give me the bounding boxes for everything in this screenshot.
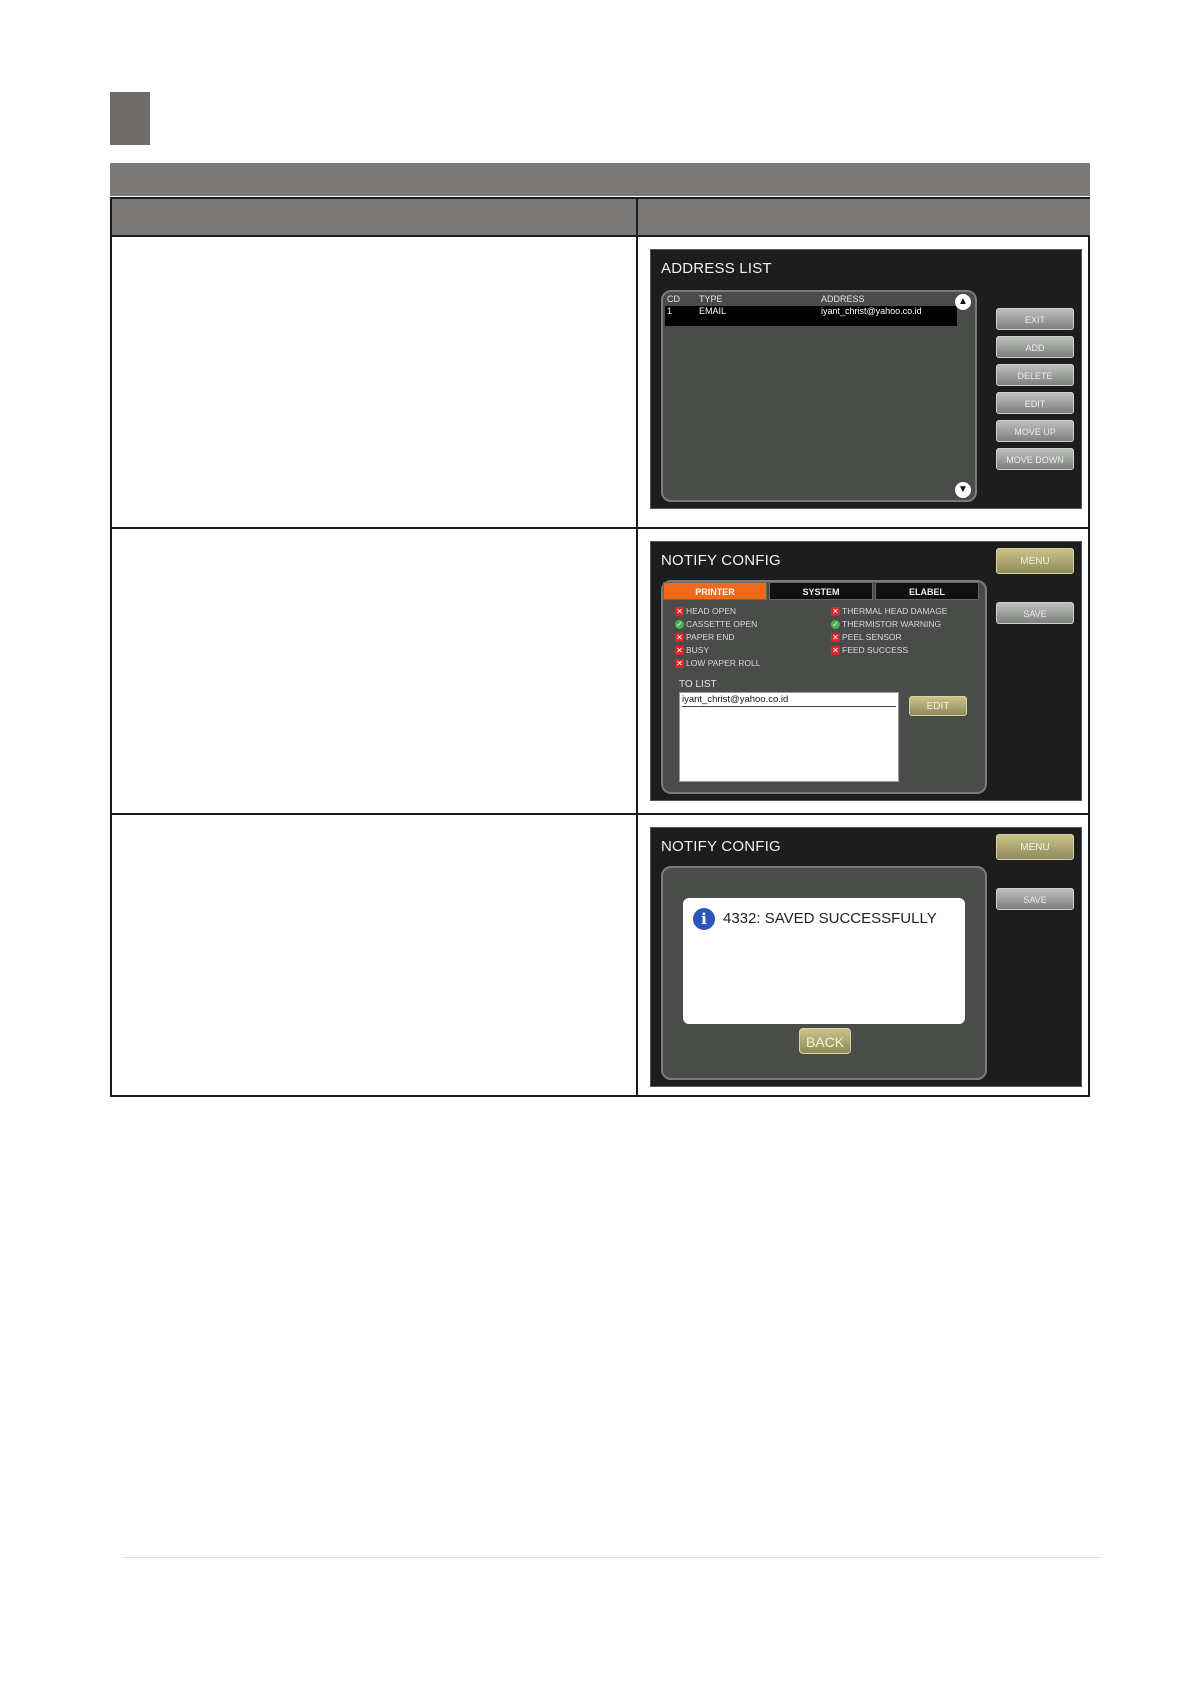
address-list-screen: ADDRESS LIST CD TYPE ADDRESS 1 EMAIL iya… [650, 249, 1082, 509]
edit-list-button[interactable]: EDIT [909, 696, 967, 716]
delete-button[interactable]: DELETE [996, 364, 1074, 386]
x-icon: ✕ [831, 633, 840, 643]
screen-title: ADDRESS LIST [661, 260, 772, 277]
section-number-box [110, 92, 150, 145]
scroll-down-icon[interactable]: ▼ [955, 482, 971, 498]
tab-system[interactable]: SYSTEM [769, 582, 873, 600]
table-title-bar [110, 163, 1090, 196]
list-item[interactable]: iyant_christ@yahoo.co.id [682, 693, 896, 707]
col-type: TYPE [699, 294, 723, 304]
notify-config-screen: NOTIFY CONFIG MENU SAVE PRINTER SYSTEM E… [650, 541, 1082, 801]
check-icon: ✓ [831, 620, 840, 630]
dialog-message: 4332: SAVED SUCCESSFULLY [723, 910, 937, 927]
screen-title: NOTIFY CONFIG [661, 552, 781, 569]
exit-button[interactable]: EXIT [996, 308, 1074, 330]
menu-button[interactable]: MENU [996, 834, 1074, 860]
save-button[interactable]: SAVE [996, 602, 1074, 624]
menu-button[interactable]: MENU [996, 548, 1074, 574]
row-divider-1 [112, 527, 1088, 529]
row-cd: 1 [667, 306, 673, 316]
column-header-screen [638, 199, 1090, 237]
option-thermistor-warning[interactable]: ✓ THERMISTOR WARNING [831, 619, 941, 630]
info-icon: i [693, 908, 715, 930]
table-row[interactable]: 1 EMAIL iyant_christ@yahoo.co.id [665, 306, 957, 326]
check-icon: ✓ [675, 620, 684, 630]
procedure-table: ADDRESS LIST CD TYPE ADDRESS 1 EMAIL iya… [110, 197, 1090, 1097]
back-button[interactable]: BACK [799, 1028, 851, 1054]
footer-divider [122, 1557, 1102, 1558]
option-thermal-head-damage[interactable]: ✕ THERMAL HEAD DAMAGE [831, 606, 947, 617]
address-list-panel: CD TYPE ADDRESS 1 EMAIL iyant_christ@yah… [661, 290, 977, 502]
row-type: EMAIL [699, 306, 727, 316]
save-button[interactable]: SAVE [996, 888, 1074, 910]
option-head-open[interactable]: ✕ HEAD OPEN [675, 606, 736, 617]
x-icon: ✕ [831, 646, 840, 656]
option-busy[interactable]: ✕ BUSY [675, 645, 709, 656]
row-divider-2 [112, 813, 1088, 815]
add-button[interactable]: ADD [996, 336, 1074, 358]
move-up-button[interactable]: MOVE UP [996, 420, 1074, 442]
option-peel-sensor[interactable]: ✕ PEEL SENSOR [831, 632, 902, 643]
screen-title: NOTIFY CONFIG [661, 838, 781, 855]
x-icon: ✕ [675, 659, 684, 669]
to-list-label: TO LIST [679, 679, 717, 690]
column-header-description [112, 199, 638, 237]
to-list-box[interactable]: iyant_christ@yahoo.co.id [679, 692, 899, 782]
x-icon: ✕ [675, 646, 684, 656]
list-header: CD TYPE ADDRESS [665, 294, 957, 306]
saved-screen: NOTIFY CONFIG MENU SAVE i 4332: SAVED SU… [650, 827, 1082, 1087]
col-cd: CD [667, 294, 680, 304]
x-icon: ✕ [675, 633, 684, 643]
column-divider [636, 199, 638, 1095]
tab-elabel[interactable]: ELABEL [875, 582, 979, 600]
x-icon: ✕ [831, 607, 840, 617]
edit-button[interactable]: EDIT [996, 392, 1074, 414]
x-icon: ✕ [675, 607, 684, 617]
option-cassette-open[interactable]: ✓ CASSETTE OPEN [675, 619, 757, 630]
col-address: ADDRESS [821, 294, 865, 304]
tab-printer[interactable]: PRINTER [663, 582, 767, 600]
category-tabs: PRINTER SYSTEM ELABEL [661, 582, 981, 600]
option-feed-success[interactable]: ✕ FEED SUCCESS [831, 645, 908, 656]
message-dialog: i 4332: SAVED SUCCESSFULLY [683, 898, 965, 1024]
scroll-up-icon[interactable]: ▲ [955, 294, 971, 310]
option-low-paper-roll[interactable]: ✕ LOW PAPER ROLL [675, 658, 760, 669]
option-paper-end[interactable]: ✕ PAPER END [675, 632, 735, 643]
row-address: iyant_christ@yahoo.co.id [821, 306, 922, 316]
move-down-button[interactable]: MOVE DOWN [996, 448, 1074, 470]
